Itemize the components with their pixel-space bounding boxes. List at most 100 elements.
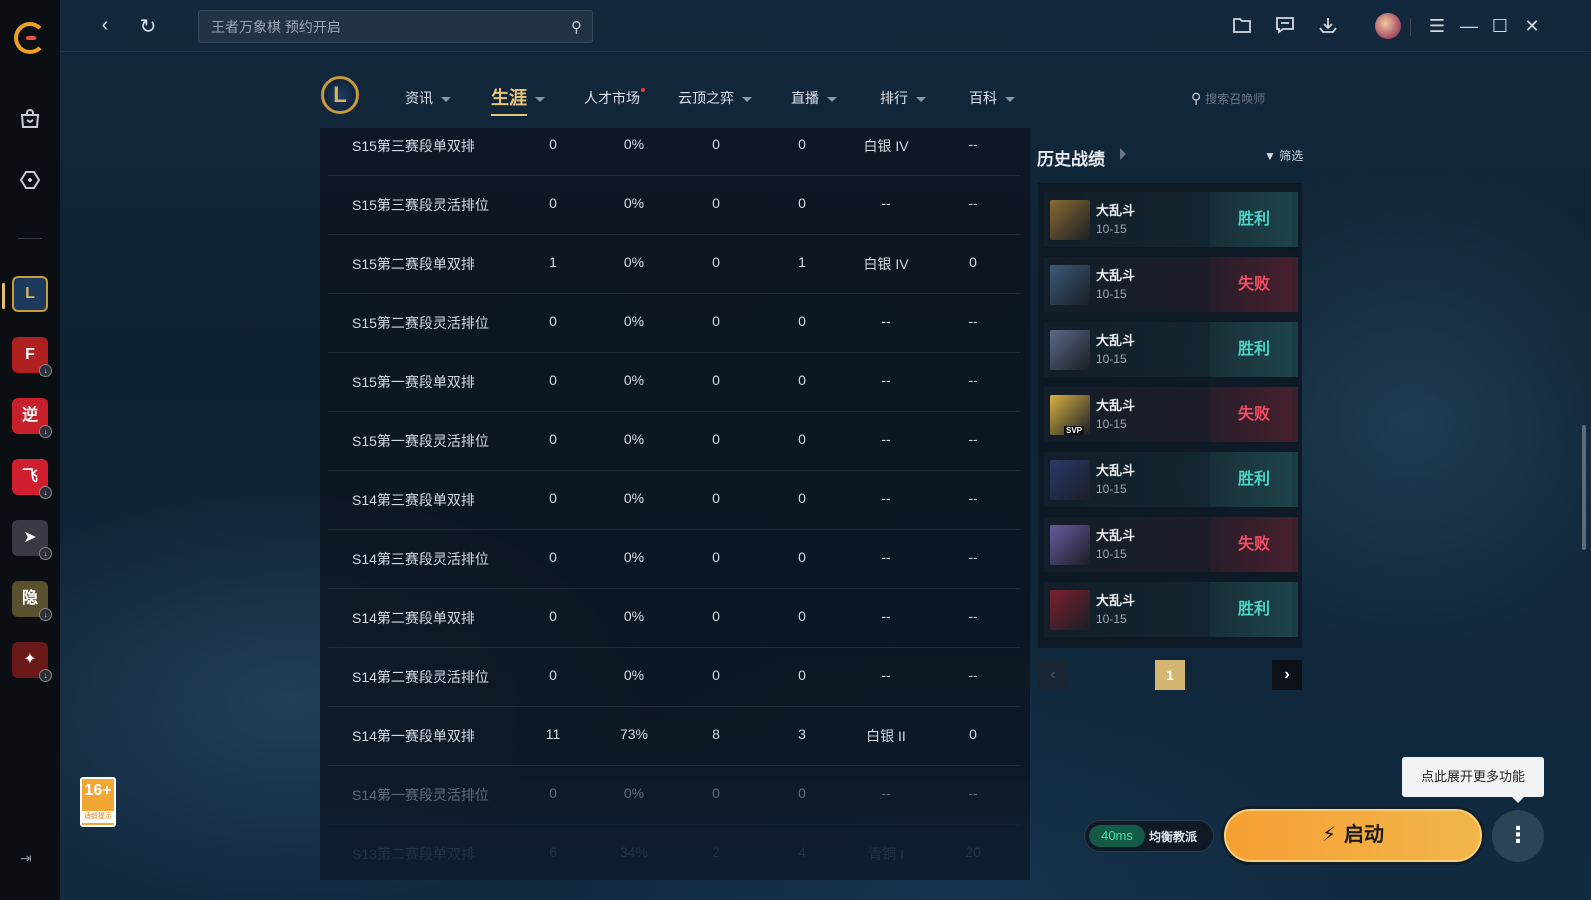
lol-tab[interactable]: 百科 <box>969 88 1015 108</box>
notification-dot <box>641 88 645 92</box>
champion-portrait <box>1050 460 1090 500</box>
match-history-title[interactable]: 历史战绩 <box>1037 145 1105 170</box>
collapse-sidebar-icon[interactable]: ⇥ <box>20 850 32 867</box>
search-icon: ⚲ <box>1191 90 1202 106</box>
launch-label: 启动 <box>1344 824 1385 846</box>
lol-logo[interactable]: L <box>321 76 359 114</box>
match-date: 10-15 <box>1096 547 1127 561</box>
summoner-search[interactable]: ⚲ 搜索召唤师 <box>1191 90 1265 107</box>
game-icon: F <box>25 346 35 363</box>
user-avatar[interactable] <box>1375 13 1401 39</box>
table-cell: 0 <box>798 608 806 624</box>
table-cell: 0 <box>798 667 806 683</box>
maximize-icon[interactable]: ☐ <box>1488 16 1512 37</box>
game-icon: 逆 <box>21 407 38 424</box>
queue-name: S14第一赛段灵活排位 <box>352 787 489 803</box>
table-cell: 6 <box>549 844 557 860</box>
table-cell: 0 <box>798 313 806 329</box>
lol-tab[interactable]: 资讯 <box>405 88 451 108</box>
table-cell: -- <box>881 667 891 683</box>
next-page-button[interactable]: › <box>1272 660 1302 690</box>
back-icon[interactable]: ‹ <box>93 14 117 37</box>
lol-tab[interactable]: 云顶之弈 <box>678 88 752 108</box>
queue-name: S15第二赛段单双排 <box>352 256 475 272</box>
close-icon[interactable]: ✕ <box>1520 16 1544 37</box>
match-result: 胜利 <box>1210 452 1298 507</box>
table-row: S14第一赛段单双排 11 73% 8 3 白银 II 0 <box>328 707 1020 766</box>
page-number-button[interactable]: 1 <box>1155 660 1185 690</box>
game-tile-league-of-legends[interactable]: L <box>12 276 48 312</box>
match-item[interactable]: 大乱斗 10-15 胜利 <box>1044 192 1298 247</box>
game-tile-ni-shui-han[interactable]: 逆 ↓ <box>12 398 52 438</box>
gamepad-icon[interactable] <box>16 168 44 196</box>
folder-icon[interactable] <box>1230 16 1254 39</box>
table-cell: -- <box>968 608 978 624</box>
more-options-button[interactable]: ⋮ <box>1492 810 1544 862</box>
table-cell: 0 <box>712 254 720 270</box>
minimize-icon[interactable]: — <box>1457 16 1481 37</box>
table-cell: -- <box>881 372 891 388</box>
chevron-down-icon <box>441 96 451 102</box>
wegame-logo[interactable] <box>14 22 46 54</box>
table-cell: 0 <box>549 313 557 329</box>
champion-portrait <box>1050 525 1090 565</box>
game-tile-yin[interactable]: 隐 ↓ <box>12 581 52 621</box>
table-row: S15第一赛段灵活排位 0 0% 0 0 -- -- <box>328 412 1020 471</box>
queue-name: S15第一赛段单双排 <box>352 374 475 390</box>
lol-tab[interactable]: 生涯 <box>491 84 545 116</box>
lol-tab[interactable]: 直播 <box>791 88 837 108</box>
search-bar: ⚲ <box>198 10 593 43</box>
filter-button[interactable]: ▼ 筛选 <box>1264 147 1303 164</box>
table-cell: 0 <box>712 195 720 211</box>
table-cell: 73% <box>619 726 649 742</box>
lol-tab[interactable]: 人才市场 <box>584 88 645 108</box>
match-date: 10-15 <box>1096 222 1127 236</box>
table-cell: 白银 IV <box>863 138 909 154</box>
download-badge-icon: ↓ <box>39 608 52 621</box>
table-cell: 34% <box>619 844 649 860</box>
download-icon[interactable] <box>1316 16 1340 39</box>
more-vertical-icon: ⋮ <box>1507 822 1529 847</box>
chevron-down-icon <box>916 96 926 102</box>
table-cell: 青铜 I <box>868 846 904 862</box>
search-icon[interactable]: ⚲ <box>571 18 582 36</box>
game-mode: 大乱斗 <box>1096 463 1136 478</box>
champion-portrait: SVP <box>1050 395 1090 435</box>
game-tile-qq-speed[interactable]: 飞 ↓ <box>12 459 52 499</box>
message-icon[interactable] <box>1273 16 1297 39</box>
launch-button[interactable]: ⚡ 启动 <box>1224 809 1482 862</box>
match-item[interactable]: 大乱斗 10-15 胜利 <box>1044 322 1298 377</box>
game-tile-dnf[interactable]: ✦ ↓ <box>12 642 52 682</box>
table-cell: 0 <box>798 549 806 565</box>
champion-portrait <box>1050 590 1090 630</box>
queue-name: S14第三赛段灵活排位 <box>352 551 489 567</box>
chevron-right-icon[interactable] <box>1120 148 1126 160</box>
match-item[interactable]: 大乱斗 10-15 胜利 <box>1044 582 1298 637</box>
table-cell: 0% <box>623 608 645 624</box>
server-selector[interactable]: 40ms 均衡教派 <box>1084 820 1214 852</box>
match-item[interactable]: 大乱斗 10-15 失败 <box>1044 257 1298 312</box>
queue-name: S15第三赛段灵活排位 <box>352 197 489 213</box>
menu-icon[interactable]: ☰ <box>1425 16 1449 37</box>
store-bag-icon[interactable] <box>16 107 44 135</box>
age-rating-text: 16+ <box>84 782 112 799</box>
lol-tab[interactable]: 排行 <box>880 88 926 108</box>
match-item[interactable]: 大乱斗 10-15 失败 <box>1044 517 1298 572</box>
search-input[interactable] <box>199 11 539 42</box>
lol-tab-label: 人才市场 <box>584 90 640 106</box>
prev-page-button[interactable]: ‹ <box>1038 660 1068 690</box>
table-cell: 0 <box>712 490 720 506</box>
scrollbar[interactable] <box>1582 425 1586 550</box>
table-cell: 0 <box>712 313 720 329</box>
match-item[interactable]: SVP 大乱斗 10-15 失败 <box>1044 387 1298 442</box>
game-tile-nz[interactable]: ➤ ↓ <box>12 520 52 560</box>
champion-portrait <box>1050 200 1090 240</box>
match-item[interactable]: 大乱斗 10-15 胜利 <box>1044 452 1298 507</box>
table-cell: 20 <box>965 844 981 860</box>
queue-name: S15第一赛段灵活排位 <box>352 433 489 449</box>
table-row: S14第三赛段单双排 0 0% 0 0 -- -- <box>328 471 1020 530</box>
table-cell: -- <box>968 136 978 152</box>
game-tile-crossfire[interactable]: F ↓ <box>12 337 52 377</box>
table-row: S15第三赛段灵活排位 0 0% 0 0 -- -- <box>328 176 1020 235</box>
refresh-icon[interactable]: ↻ <box>136 14 160 39</box>
